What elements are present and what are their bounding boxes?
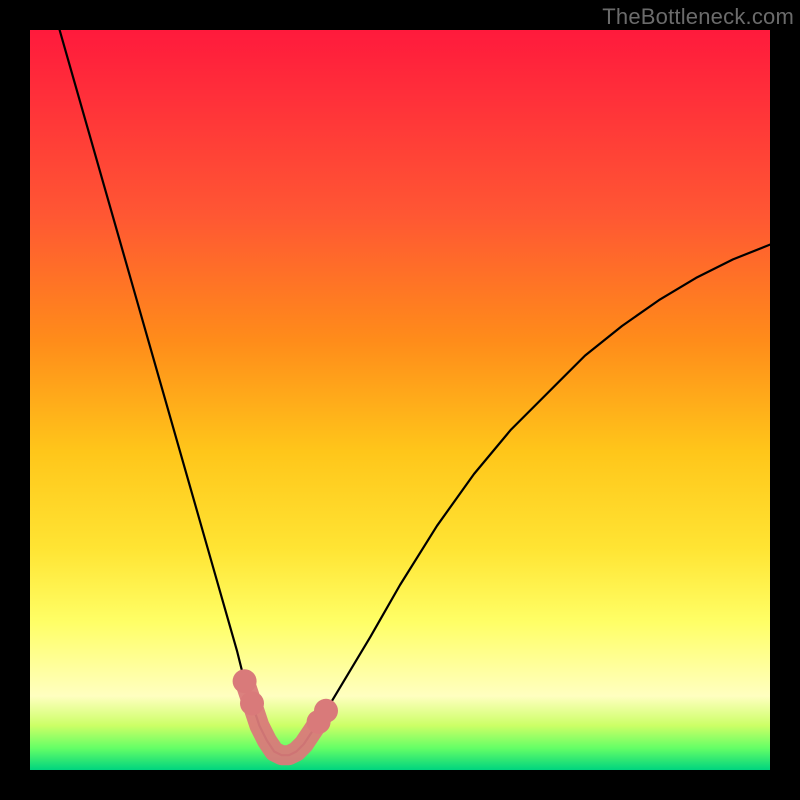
outer-black-frame: TheBottleneck.com — [0, 0, 800, 800]
watermark-text: TheBottleneck.com — [602, 4, 794, 30]
gradient-plot-area — [30, 30, 770, 770]
